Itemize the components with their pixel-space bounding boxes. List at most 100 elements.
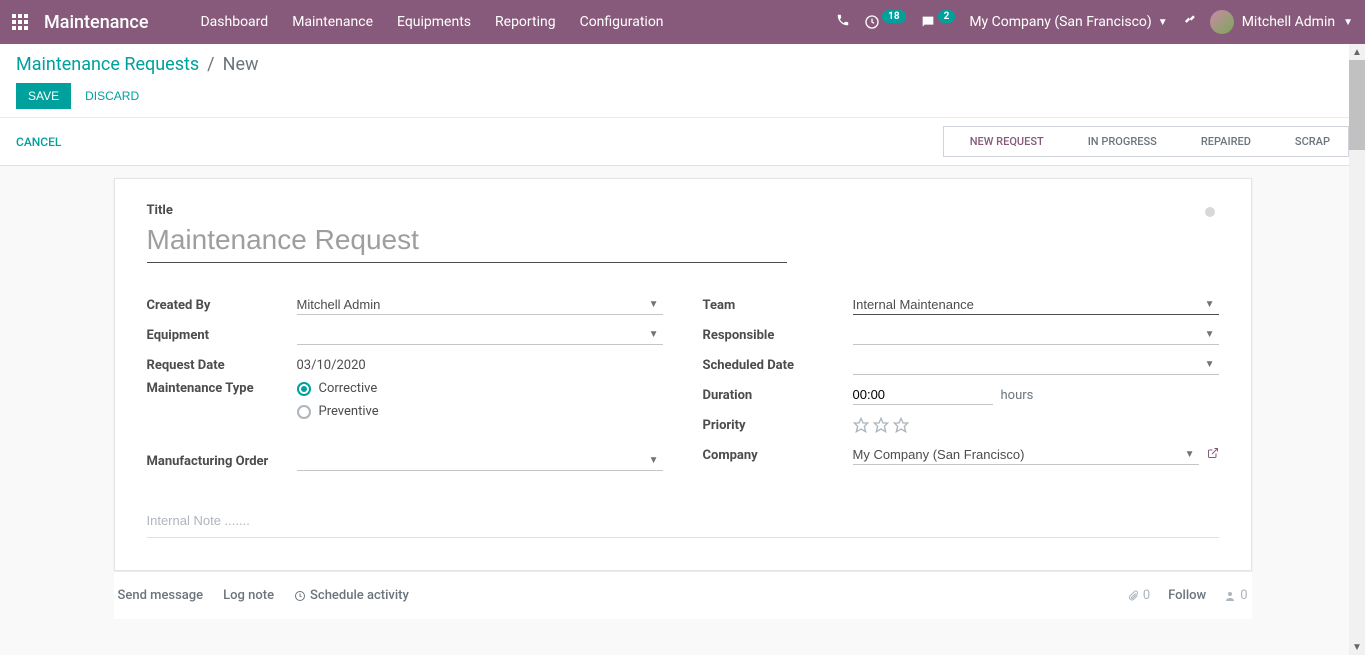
responsible-field[interactable]: ▼ bbox=[853, 325, 1219, 345]
scheduled-date-input[interactable] bbox=[853, 357, 1201, 372]
radio-preventive-label: Preventive bbox=[319, 404, 379, 419]
team-field[interactable]: ▼ bbox=[853, 295, 1219, 315]
title-input[interactable] bbox=[147, 222, 787, 263]
avatar bbox=[1210, 10, 1234, 34]
company-field[interactable]: ▼ bbox=[853, 445, 1199, 465]
schedule-activity-button[interactable]: Schedule activity bbox=[294, 588, 409, 603]
chevron-down-icon: ▼ bbox=[1158, 17, 1168, 28]
scroll-thumb[interactable] bbox=[1349, 60, 1365, 150]
phone-icon[interactable] bbox=[836, 13, 850, 31]
star-icon-2[interactable] bbox=[873, 417, 889, 433]
star-icon-3[interactable] bbox=[893, 417, 909, 433]
radio-preventive[interactable]: Preventive bbox=[297, 404, 663, 419]
schedule-activity-label: Schedule activity bbox=[310, 588, 409, 603]
company-input[interactable] bbox=[853, 447, 1181, 462]
follow-button[interactable]: Follow bbox=[1168, 588, 1206, 603]
created-by-input[interactable] bbox=[297, 297, 645, 312]
chevron-down-icon[interactable]: ▼ bbox=[645, 455, 663, 466]
user-menu[interactable]: Mitchell Admin ▼ bbox=[1210, 10, 1353, 34]
stage-repaired[interactable]: REPAIRED bbox=[1175, 126, 1270, 157]
internal-note-input[interactable] bbox=[147, 513, 1219, 528]
log-note-button[interactable]: Log note bbox=[223, 588, 274, 603]
nav-maintenance[interactable]: Maintenance bbox=[280, 0, 385, 44]
scheduled-date-label: Scheduled Date bbox=[703, 358, 853, 373]
cancel-button[interactable]: CANCEL bbox=[16, 135, 61, 149]
radio-dot-on bbox=[297, 382, 311, 396]
save-button[interactable]: SAVE bbox=[16, 83, 71, 109]
vertical-scrollbar[interactable]: ▲ ▼ bbox=[1349, 44, 1365, 655]
request-date-value: 03/10/2020 bbox=[297, 356, 663, 375]
action-row: SAVE DISCARD bbox=[16, 83, 1349, 117]
star-icon-1[interactable] bbox=[853, 417, 869, 433]
equipment-input[interactable] bbox=[297, 327, 645, 342]
activities-icon[interactable]: 18 bbox=[864, 14, 905, 30]
radio-corrective[interactable]: Corrective bbox=[297, 381, 663, 396]
duration-input[interactable] bbox=[853, 385, 993, 405]
internal-note-field[interactable] bbox=[147, 505, 1219, 538]
chevron-down-icon: ▼ bbox=[1343, 17, 1353, 28]
chevron-down-icon[interactable]: ▼ bbox=[645, 299, 663, 310]
user-name: Mitchell Admin bbox=[1242, 14, 1335, 30]
chevron-down-icon[interactable]: ▼ bbox=[1201, 359, 1219, 370]
topbar-right: 18 2 My Company (San Francisco) ▼ Mitche… bbox=[836, 10, 1353, 34]
duration-unit: hours bbox=[1001, 388, 1034, 403]
responsible-input[interactable] bbox=[853, 327, 1201, 342]
chatter: Send message Log note Schedule activity … bbox=[114, 571, 1252, 619]
nav-equipments[interactable]: Equipments bbox=[385, 0, 483, 44]
chevron-down-icon[interactable]: ▼ bbox=[1201, 299, 1219, 310]
attachments-number: 0 bbox=[1143, 588, 1150, 603]
form-sheet: Title Created By ▼ Equipment ▼ bbox=[114, 178, 1252, 571]
breadcrumb-parent[interactable]: Maintenance Requests bbox=[16, 54, 199, 75]
equipment-field[interactable]: ▼ bbox=[297, 325, 663, 345]
external-link-icon[interactable] bbox=[1207, 447, 1219, 463]
stage-new-request[interactable]: NEW REQUEST bbox=[943, 126, 1063, 157]
followers-count[interactable]: 0 bbox=[1224, 588, 1247, 603]
send-message-button[interactable]: Send message bbox=[118, 588, 204, 603]
manufacturing-order-field[interactable]: ▼ bbox=[297, 451, 663, 471]
team-input[interactable] bbox=[853, 297, 1201, 312]
debug-icon[interactable] bbox=[1182, 13, 1196, 31]
activities-badge: 18 bbox=[882, 10, 905, 23]
responsible-label: Responsible bbox=[703, 328, 853, 343]
stage-scrap[interactable]: SCRAP bbox=[1269, 126, 1349, 157]
maintenance-type-radios: Corrective Preventive bbox=[297, 381, 663, 419]
company-name: My Company (San Francisco) bbox=[969, 14, 1151, 30]
paperclip-icon bbox=[1127, 590, 1139, 602]
stage-bar: NEW REQUEST IN PROGRESS REPAIRED SCRAP bbox=[944, 126, 1349, 157]
company-switcher[interactable]: My Company (San Francisco) ▼ bbox=[969, 14, 1167, 30]
priority-label: Priority bbox=[703, 418, 853, 433]
scroll-down-icon[interactable]: ▼ bbox=[1349, 639, 1365, 655]
followers-number: 0 bbox=[1240, 588, 1247, 603]
attachments-count[interactable]: 0 bbox=[1127, 588, 1150, 603]
status-bar: CANCEL NEW REQUEST IN PROGRESS REPAIRED … bbox=[0, 118, 1365, 166]
created-by-field[interactable]: ▼ bbox=[297, 295, 663, 315]
manufacturing-order-input[interactable] bbox=[297, 453, 645, 468]
manufacturing-order-label: Manufacturing Order bbox=[147, 454, 297, 469]
discard-button[interactable]: DISCARD bbox=[85, 89, 139, 103]
nav-dashboard[interactable]: Dashboard bbox=[188, 0, 280, 44]
request-date-label: Request Date bbox=[147, 358, 297, 373]
topbar: Maintenance Dashboard Maintenance Equipm… bbox=[0, 0, 1365, 44]
breadcrumb-sep: / bbox=[207, 54, 214, 75]
chevron-down-icon[interactable]: ▼ bbox=[1181, 449, 1199, 460]
app-name: Maintenance bbox=[44, 12, 148, 33]
stage-in-progress[interactable]: IN PROGRESS bbox=[1062, 126, 1176, 157]
equipment-label: Equipment bbox=[147, 328, 297, 343]
scheduled-date-field[interactable]: ▼ bbox=[853, 355, 1219, 375]
created-by-label: Created By bbox=[147, 298, 297, 313]
priority-stars bbox=[853, 417, 1219, 433]
nav-configuration[interactable]: Configuration bbox=[568, 0, 676, 44]
messages-badge: 2 bbox=[938, 10, 956, 23]
messages-icon[interactable]: 2 bbox=[920, 14, 956, 30]
breadcrumb: Maintenance Requests / New bbox=[16, 54, 1349, 75]
kanban-state-dot[interactable] bbox=[1205, 207, 1215, 217]
team-label: Team bbox=[703, 298, 853, 313]
nav-reporting[interactable]: Reporting bbox=[483, 0, 568, 44]
apps-icon[interactable] bbox=[12, 14, 28, 30]
title-label: Title bbox=[147, 203, 787, 218]
chevron-down-icon[interactable]: ▼ bbox=[1201, 329, 1219, 340]
chevron-down-icon[interactable]: ▼ bbox=[645, 329, 663, 340]
scroll-up-icon[interactable]: ▲ bbox=[1349, 44, 1365, 60]
left-column: Created By ▼ Equipment ▼ Request Date 03… bbox=[147, 291, 663, 477]
clock-icon bbox=[294, 590, 306, 602]
